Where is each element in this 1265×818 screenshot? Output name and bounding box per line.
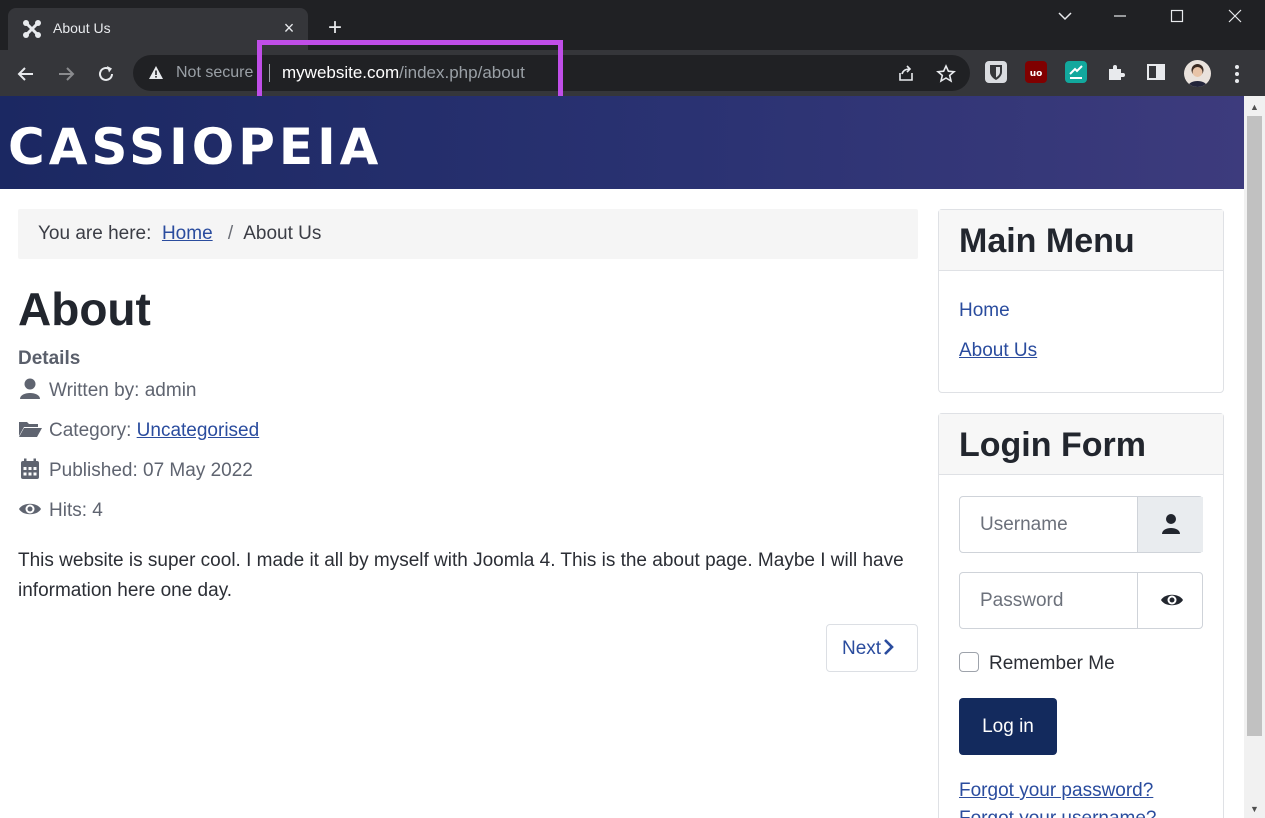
breadcrumb: You are here: Home / About Us bbox=[18, 209, 918, 259]
remember-me[interactable]: Remember Me bbox=[959, 652, 1115, 675]
menu-item-about-us[interactable]: About Us bbox=[959, 340, 1037, 362]
bitwarden-extension-icon[interactable] bbox=[985, 61, 1007, 83]
published-info: Published: 07 May 2022 bbox=[18, 458, 253, 482]
ublock-extension-icon[interactable]: uo bbox=[1025, 61, 1047, 83]
scroll-thumb[interactable] bbox=[1247, 116, 1262, 736]
page-title: About bbox=[18, 283, 151, 335]
remember-me-label: Remember Me bbox=[989, 653, 1115, 674]
warning-icon bbox=[149, 66, 163, 79]
article-body: This website is super cool. I made it al… bbox=[18, 550, 904, 601]
bookmark-star-icon[interactable] bbox=[936, 64, 956, 84]
next-article-button[interactable]: Next bbox=[826, 624, 918, 672]
breadcrumb-separator: / bbox=[227, 223, 234, 244]
close-window-icon[interactable] bbox=[1215, 4, 1255, 28]
security-label[interactable]: Not secure bbox=[176, 64, 253, 82]
page-scrollbar[interactable]: ▲ ▼ bbox=[1244, 96, 1265, 818]
password-input[interactable] bbox=[960, 573, 1137, 628]
tab-title: About Us bbox=[53, 20, 111, 36]
login-button[interactable]: Log in bbox=[959, 698, 1057, 755]
joomla-favicon bbox=[23, 20, 41, 38]
details-heading: Details bbox=[18, 348, 81, 369]
category-label: Category: bbox=[49, 420, 137, 441]
user-icon bbox=[20, 378, 40, 399]
login-form-title: Login Form bbox=[939, 414, 1223, 475]
published-text: Published: 07 May 2022 bbox=[49, 460, 253, 481]
breadcrumb-current: About Us bbox=[243, 223, 322, 244]
browser-tab-strip: About Us × + bbox=[0, 0, 1265, 50]
username-addon bbox=[1137, 497, 1203, 552]
maximize-icon[interactable] bbox=[1157, 4, 1197, 28]
eye-icon bbox=[19, 503, 41, 515]
main-menu-title: Main Menu bbox=[939, 210, 1223, 271]
minimize-icon[interactable] bbox=[1100, 4, 1140, 28]
hits-info: Hits: 4 bbox=[18, 498, 103, 522]
chevron-right-icon bbox=[884, 639, 894, 655]
forgot-username-link[interactable]: Forgot your username? bbox=[959, 808, 1157, 818]
show-password-button[interactable] bbox=[1137, 573, 1203, 628]
password-field bbox=[959, 572, 1203, 629]
reload-icon[interactable] bbox=[92, 59, 120, 87]
username-field bbox=[959, 496, 1203, 553]
back-arrow-icon[interactable] bbox=[12, 59, 40, 87]
author-text: Written by: admin bbox=[49, 380, 197, 401]
category-link[interactable]: Uncategorised bbox=[137, 420, 260, 441]
scroll-up-icon[interactable]: ▲ bbox=[1250, 102, 1259, 112]
url-highlight-box bbox=[257, 40, 563, 104]
svg-text:uo: uo bbox=[1030, 69, 1043, 79]
site-header: CASSIOPEIA bbox=[0, 96, 1244, 189]
user-icon bbox=[1162, 514, 1180, 534]
main-menu-card: Main Menu Home About Us bbox=[938, 209, 1224, 393]
extension-icon[interactable] bbox=[1065, 61, 1087, 83]
folder-open-icon bbox=[19, 422, 42, 437]
tab-close-icon[interactable]: × bbox=[278, 17, 300, 39]
site-brand[interactable]: CASSIOPEIA bbox=[8, 118, 382, 176]
next-label: Next bbox=[842, 638, 882, 659]
scroll-down-icon[interactable]: ▼ bbox=[1250, 804, 1259, 814]
share-icon[interactable] bbox=[896, 64, 916, 84]
extensions-puzzle-icon[interactable] bbox=[1106, 62, 1126, 82]
menu-item-home[interactable]: Home bbox=[959, 300, 1010, 322]
hits-text: Hits: 4 bbox=[49, 500, 103, 521]
breadcrumb-prefix: You are here: bbox=[38, 223, 152, 244]
breadcrumb-home-link[interactable]: Home bbox=[162, 223, 213, 244]
menu-icon[interactable] bbox=[1228, 60, 1246, 86]
forgot-password-link[interactable]: Forgot your password? bbox=[959, 780, 1153, 802]
side-panel-icon[interactable] bbox=[1146, 62, 1166, 82]
tab-search-icon[interactable] bbox=[1045, 4, 1085, 28]
username-input[interactable] bbox=[960, 497, 1137, 552]
remember-me-checkbox[interactable] bbox=[959, 652, 979, 672]
calendar-icon bbox=[21, 458, 39, 479]
new-tab-icon[interactable]: + bbox=[323, 16, 347, 40]
category-info: Category: Uncategorised bbox=[18, 418, 259, 442]
eye-icon bbox=[1161, 594, 1183, 606]
author-info: Written by: admin bbox=[18, 378, 196, 402]
forward-arrow-icon[interactable] bbox=[52, 59, 80, 87]
login-form-card: Login Form Remember Me Log in Forgot you… bbox=[938, 413, 1224, 818]
profile-avatar[interactable] bbox=[1184, 60, 1211, 87]
browser-toolbar: Not secure mywebsite.com/index.php/about… bbox=[0, 50, 1265, 96]
